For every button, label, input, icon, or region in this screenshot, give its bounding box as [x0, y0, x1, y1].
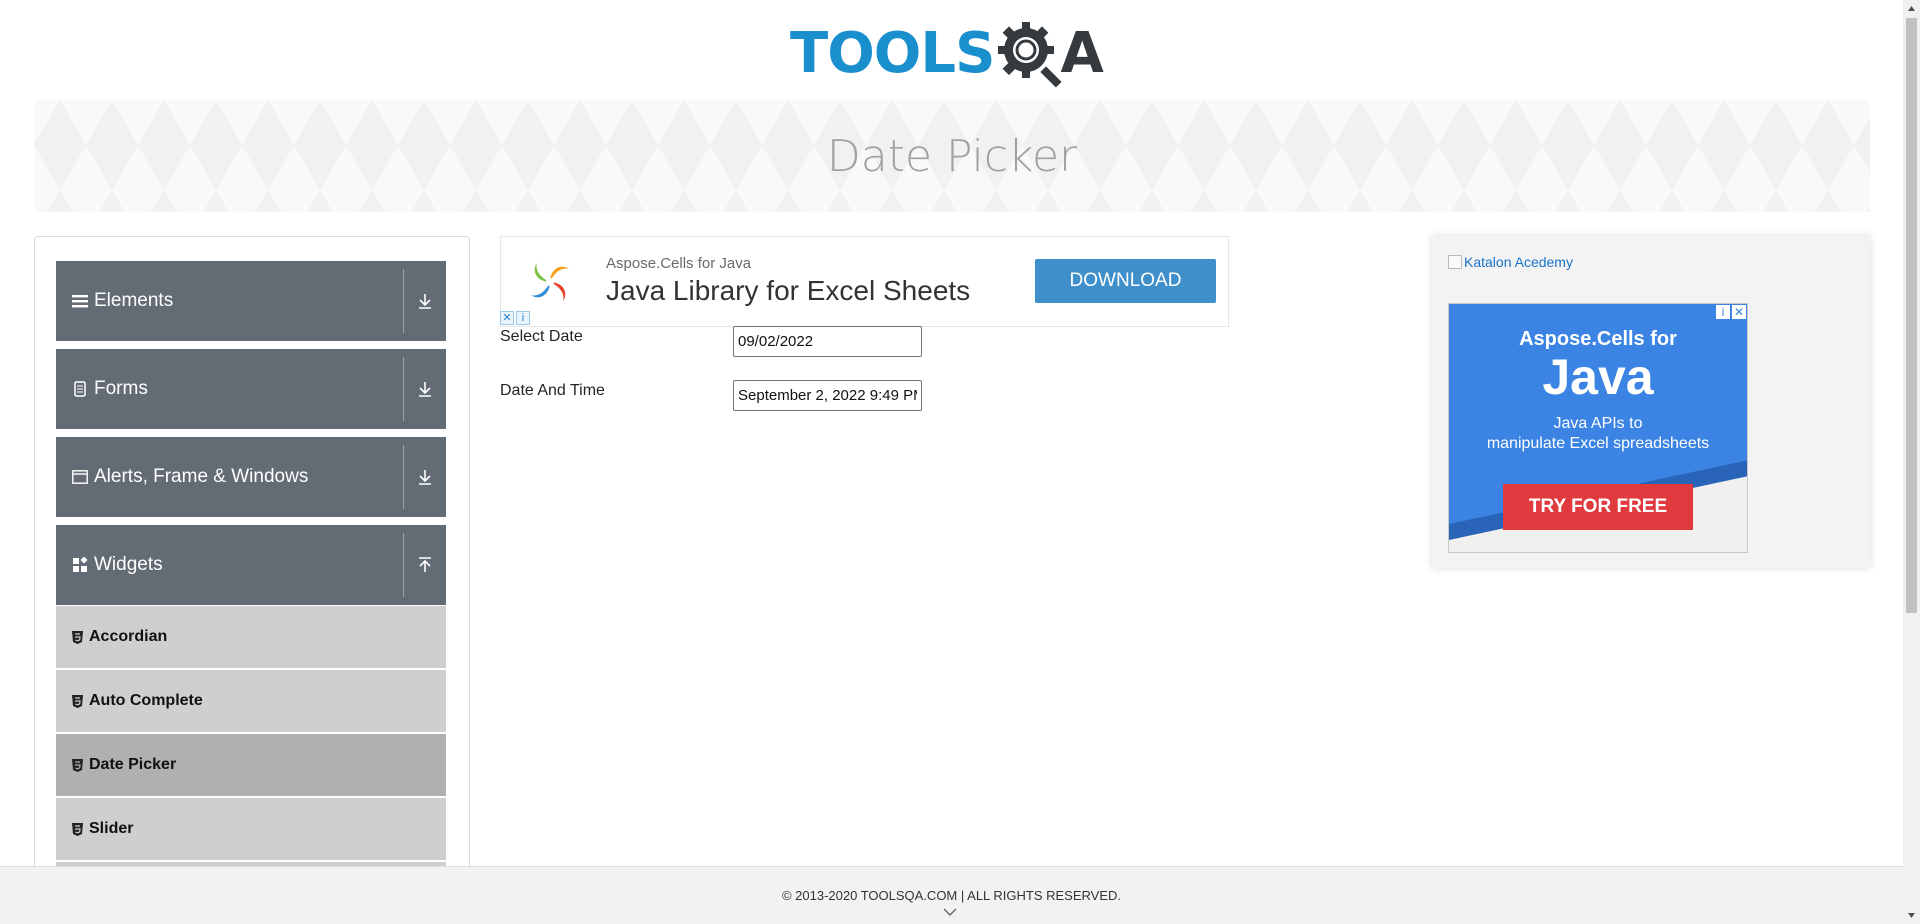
- document-icon: [72, 381, 88, 397]
- scrollbar-thumb[interactable]: [1906, 18, 1917, 613]
- page-banner: Date Picker: [34, 100, 1870, 212]
- logo-text-tools: TOOLS: [790, 20, 995, 86]
- divider: [403, 357, 404, 421]
- ad-info-icon[interactable]: i: [516, 310, 530, 325]
- ad-aspose-java[interactable]: Aspose.Cells for Java Java APIs to manip…: [1448, 303, 1748, 553]
- collapse-arrow-up-icon[interactable]: [412, 525, 438, 605]
- sidebar-group-widgets[interactable]: Widgets: [56, 525, 446, 605]
- download-button[interactable]: DOWNLOAD: [1035, 259, 1216, 303]
- logo-text-a: A: [1060, 20, 1104, 86]
- ad-java: Java: [1542, 349, 1654, 405]
- sidebar-group-label: Widgets: [94, 554, 163, 575]
- divider: [403, 445, 404, 509]
- divider: [403, 533, 404, 597]
- html5-icon: [71, 694, 83, 708]
- sidebar-group-label: Alerts, Frame & Windows: [94, 466, 309, 487]
- sidebar-item-label: Slider: [89, 820, 134, 837]
- footer: © 2013-2020 TOOLSQA.COM | ALL RIGHTS RES…: [0, 866, 1903, 924]
- date-and-time-input[interactable]: [733, 380, 922, 411]
- sidebar-item-label: Auto Complete: [89, 692, 203, 709]
- window-icon: [72, 469, 88, 485]
- katalon-link-text: Katalon Acedemy: [1464, 254, 1573, 270]
- ad-choices[interactable]: ✕ i: [500, 309, 532, 326]
- katalon-academy-link[interactable]: Katalon Acedemy: [1448, 254, 1573, 270]
- sidebar-group-alerts-frame-windows[interactable]: Alerts, Frame & Windows: [56, 437, 446, 517]
- expand-arrow-down-icon[interactable]: [412, 261, 438, 341]
- page-title: Date Picker: [826, 130, 1078, 182]
- html5-icon: [71, 630, 83, 644]
- toolsqa-logo[interactable]: TOOLS A: [790, 14, 1116, 92]
- ad-banner-aspose[interactable]: Aspose.Cells for Java Java Library for E…: [500, 236, 1229, 327]
- ad-description: Java APIs to manipulate Excel spreadshee…: [1486, 415, 1710, 452]
- ad-title: Java Library for Excel Sheets: [606, 275, 971, 306]
- sidebar-item-auto-complete[interactable]: Auto Complete: [56, 670, 446, 732]
- sidebar-group-label: Forms: [94, 378, 148, 399]
- expand-arrow-down-icon[interactable]: [412, 437, 438, 517]
- sidebar-group-forms[interactable]: Forms: [56, 349, 446, 429]
- chevron-down-icon[interactable]: [943, 907, 957, 917]
- close-ad-icon[interactable]: ✕: [1731, 304, 1747, 320]
- date-and-time-label: Date And Time: [500, 382, 605, 399]
- html5-icon: [71, 758, 83, 772]
- gear-search-icon: [998, 22, 1062, 88]
- close-ad-icon[interactable]: ✕: [500, 310, 514, 325]
- ad-controls: i ✕: [1715, 304, 1747, 320]
- sidebar-group-elements[interactable]: Elements: [56, 261, 446, 341]
- ad-subtitle: Aspose.Cells for Java: [606, 255, 752, 272]
- sidebar-item-date-picker[interactable]: Date Picker: [56, 734, 446, 796]
- ad-info-icon[interactable]: i: [1715, 304, 1731, 320]
- select-date-input[interactable]: [733, 326, 922, 357]
- try-for-free-button[interactable]: TRY FOR FREE: [1503, 484, 1693, 530]
- widgets-icon: [72, 557, 88, 573]
- sidebar-item-label: Accordian: [89, 628, 168, 645]
- sidebar-item-label: Date Picker: [89, 756, 177, 773]
- aspose-logo-icon: [531, 263, 569, 301]
- html5-icon: [71, 822, 83, 836]
- select-date-label: Select Date: [500, 328, 583, 345]
- sidebar-item-slider[interactable]: Slider: [56, 798, 446, 860]
- sidebar: Elements Forms Alerts, Frame & Windows W…: [34, 236, 470, 924]
- sidebar-ad-container: Katalon Acedemy Aspose.Cells for Java Ja…: [1432, 236, 1870, 568]
- copyright-text: © 2013-2020 TOOLSQA.COM | ALL RIGHTS RES…: [781, 888, 1122, 903]
- scroll-up-arrow-icon[interactable]: [1907, 4, 1916, 13]
- menu-icon: [72, 293, 88, 309]
- expand-arrow-down-icon[interactable]: [412, 349, 438, 429]
- page-scrollbar[interactable]: [1903, 0, 1920, 924]
- sidebar-group-label: Elements: [94, 290, 174, 311]
- scroll-down-arrow-icon[interactable]: [1907, 911, 1916, 920]
- sidebar-item-accordian[interactable]: Accordian: [56, 606, 446, 668]
- broken-image-icon: [1448, 255, 1462, 269]
- divider: [403, 269, 404, 333]
